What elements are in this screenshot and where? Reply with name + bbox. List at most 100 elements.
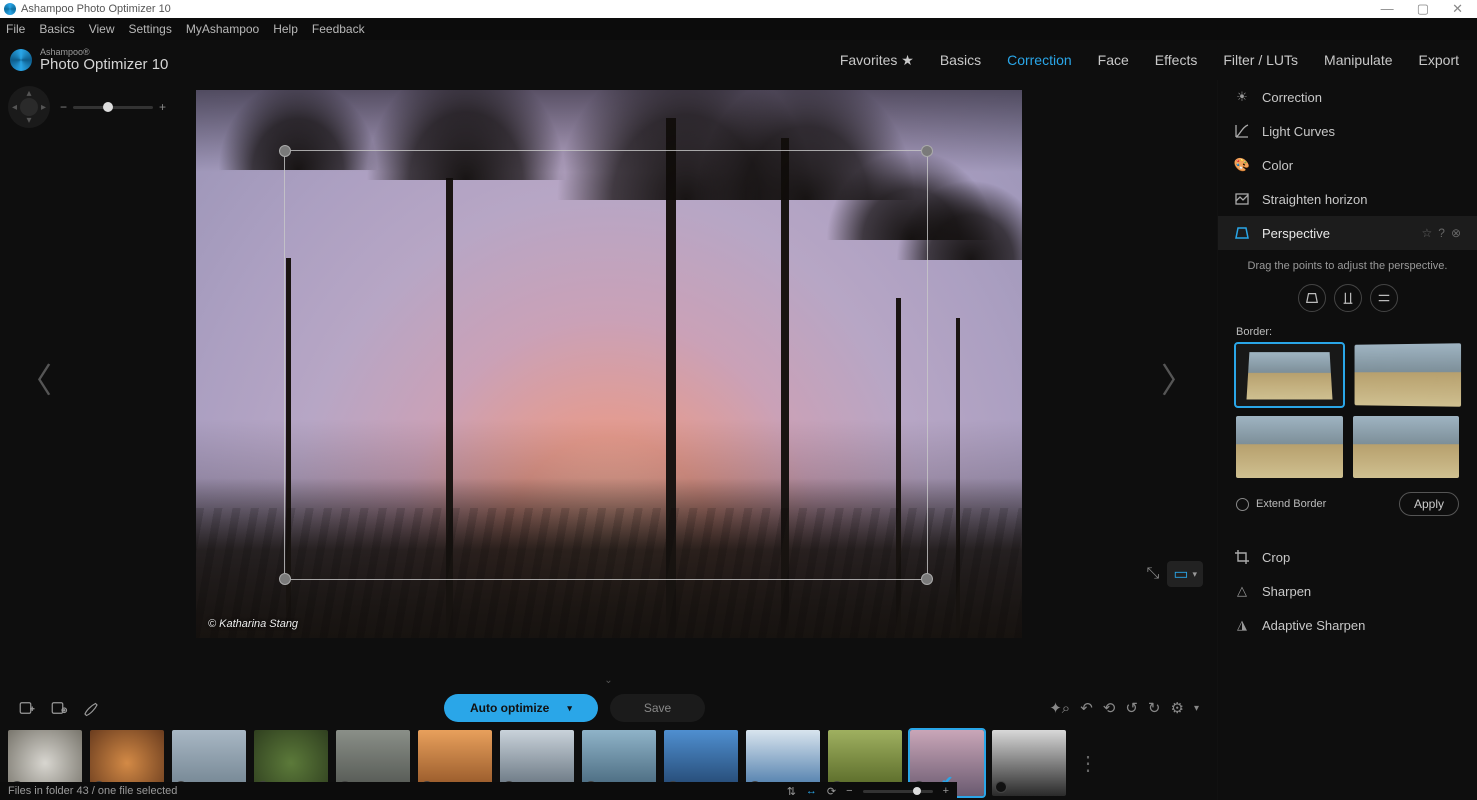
sun-icon: ☀ <box>1234 89 1250 105</box>
thumb-zoom-in-icon[interactable]: + <box>943 785 949 797</box>
sidebar-item-adaptive-sharpen[interactable]: ◮ Adaptive Sharpen <box>1218 608 1477 642</box>
brush-tool-button[interactable] <box>82 699 100 717</box>
border-option-3[interactable] <box>1236 416 1343 478</box>
add-image-button[interactable] <box>18 699 36 717</box>
undo-button[interactable]: ↶ <box>1080 699 1093 717</box>
menu-myashampoo[interactable]: MyAshampoo <box>186 22 259 36</box>
zoom-slider[interactable]: − + <box>60 100 166 114</box>
sidebar-item-color[interactable]: 🎨 Color <box>1218 148 1477 182</box>
auto-optimize-label: Auto optimize <box>470 701 549 715</box>
zoom-out-icon[interactable]: − <box>60 100 67 114</box>
add-folder-button[interactable] <box>50 699 68 717</box>
perspective-handle-bl[interactable] <box>279 573 291 585</box>
redo-button[interactable]: ⟲ <box>1103 699 1116 717</box>
rotate-left-button[interactable]: ↺ <box>1125 699 1138 717</box>
zoom-handle[interactable] <box>103 102 113 112</box>
tab-basics[interactable]: Basics <box>940 52 981 69</box>
perspective-overlay[interactable] <box>284 150 928 580</box>
sidebar-item-sharpen[interactable]: △ Sharpen <box>1218 574 1477 608</box>
tab-export[interactable]: Export <box>1419 52 1459 69</box>
perspective-handle-tr[interactable] <box>921 145 933 157</box>
prev-image-button[interactable]: 〈 <box>18 353 52 402</box>
thumbnail[interactable] <box>992 730 1066 796</box>
rotate-right-button[interactable]: ↻ <box>1148 699 1161 717</box>
maximize-button[interactable]: ▢ <box>1407 1 1439 16</box>
drag-handle-icon[interactable]: ⌄ <box>0 675 1217 686</box>
sidebar-item-label: Adaptive Sharpen <box>1262 618 1365 633</box>
extend-border-checkbox[interactable]: Extend Border <box>1236 498 1326 511</box>
sidebar-item-correction[interactable]: ☀ Correction <box>1218 80 1477 114</box>
tab-correction[interactable]: Correction <box>1007 52 1072 69</box>
sidebar-item-label: Color <box>1262 158 1293 173</box>
main-tabs: Favorites ★ Basics Correction Face Effec… <box>840 52 1459 69</box>
apply-button[interactable]: Apply <box>1399 492 1459 516</box>
tab-manipulate[interactable]: Manipulate <box>1324 52 1393 69</box>
chevron-right-icon: ▸ <box>41 102 46 113</box>
window-titlebar: Ashampoo Photo Optimizer 10 — ▢ ✕ <box>0 0 1477 18</box>
tab-favorites[interactable]: Favorites ★ <box>840 52 914 69</box>
magic-wand-icon[interactable]: ✦⌕ <box>1049 699 1070 717</box>
more-thumbs-icon[interactable]: ⋮ <box>1074 751 1102 776</box>
gear-icon[interactable]: ⚙ <box>1171 699 1184 717</box>
perspective-icon <box>1234 225 1250 241</box>
zoom-in-icon[interactable]: + <box>159 100 166 114</box>
chevron-up-icon: ▴ <box>26 88 31 99</box>
pan-control[interactable]: ▴ ▾ ◂ ▸ <box>8 86 50 128</box>
monitor-icon: ▭ <box>1173 564 1188 584</box>
auto-optimize-button[interactable]: Auto optimize ▾ <box>444 694 598 722</box>
perspective-mode-vertical[interactable] <box>1334 284 1362 312</box>
sidebar-item-label: Correction <box>1262 90 1322 105</box>
menu-help[interactable]: Help <box>273 22 298 36</box>
menubar: File Basics View Settings MyAshampoo Hel… <box>0 18 1477 40</box>
tab-filter-luts[interactable]: Filter / LUTs <box>1223 52 1298 69</box>
thumb-zoom-slider[interactable] <box>863 790 933 793</box>
chevron-down-icon: ▾ <box>567 703 572 714</box>
close-button[interactable]: ✕ <box>1442 1 1473 16</box>
star-icon[interactable]: ☆ <box>1421 226 1432 240</box>
perspective-panel: Drag the points to adjust the perspectiv… <box>1218 250 1477 530</box>
refresh-icon[interactable]: ⟳ <box>827 785 836 798</box>
perspective-mode-horizontal[interactable] <box>1370 284 1398 312</box>
image-canvas[interactable]: © Katharina Stang <box>196 90 1022 638</box>
chevron-down-icon[interactable]: ▾ <box>1194 703 1199 714</box>
border-label: Border: <box>1236 326 1459 338</box>
chevron-left-icon: ◂ <box>12 102 17 113</box>
next-image-button[interactable]: 〉 <box>1161 353 1195 402</box>
view-mode-select[interactable]: ▭ ▾ <box>1167 561 1203 587</box>
menu-view[interactable]: View <box>89 22 115 36</box>
status-bar: Files in folder 43 / one file selected ⇅… <box>0 782 957 800</box>
sidebar-item-perspective[interactable]: Perspective ☆ ? ⊗ <box>1218 216 1477 250</box>
sidebar-item-crop[interactable]: Crop <box>1218 540 1477 574</box>
perspective-handle-tl[interactable] <box>279 145 291 157</box>
menu-basics[interactable]: Basics <box>39 22 74 36</box>
sidebar-item-straighten[interactable]: Straighten horizon <box>1218 182 1477 216</box>
border-option-2[interactable] <box>1354 343 1460 407</box>
brand-product: Photo Optimizer 10 <box>40 57 168 72</box>
minimize-button[interactable]: — <box>1371 1 1404 16</box>
tab-effects[interactable]: Effects <box>1155 52 1198 69</box>
tab-face[interactable]: Face <box>1098 52 1129 69</box>
sidebar-item-label: Straighten horizon <box>1262 192 1368 207</box>
sidebar-item-light-curves[interactable]: Light Curves <box>1218 114 1477 148</box>
border-option-1[interactable] <box>1236 344 1343 406</box>
menu-file[interactable]: File <box>6 22 25 36</box>
save-button[interactable]: Save <box>610 694 705 722</box>
app-icon <box>4 3 16 15</box>
fit-screen-icon[interactable]: ⤡ <box>1147 565 1160 583</box>
border-option-4[interactable] <box>1353 416 1460 478</box>
menu-feedback[interactable]: Feedback <box>312 22 365 36</box>
apply-label: Apply <box>1414 497 1444 511</box>
thumb-marker-icon <box>995 781 1007 793</box>
zoom-track[interactable] <box>73 106 153 109</box>
perspective-mode-free[interactable] <box>1298 284 1326 312</box>
thumb-zoom-handle[interactable] <box>913 787 921 795</box>
fit-width-icon[interactable]: ↔ <box>806 785 817 797</box>
app-header: Ashampoo® Photo Optimizer 10 Favorites ★… <box>0 40 1477 80</box>
menu-settings[interactable]: Settings <box>128 22 171 36</box>
thumb-zoom-out-icon[interactable]: − <box>846 785 852 797</box>
sort-icon[interactable]: ⇅ <box>787 785 796 798</box>
perspective-handle-br[interactable] <box>921 573 933 585</box>
help-icon[interactable]: ? <box>1438 226 1445 240</box>
action-bar: Auto optimize ▾ Save ✦⌕ ↶ ⟲ ↺ ↻ ⚙ ▾ <box>0 690 1217 726</box>
reset-icon[interactable]: ⊗ <box>1451 226 1461 240</box>
